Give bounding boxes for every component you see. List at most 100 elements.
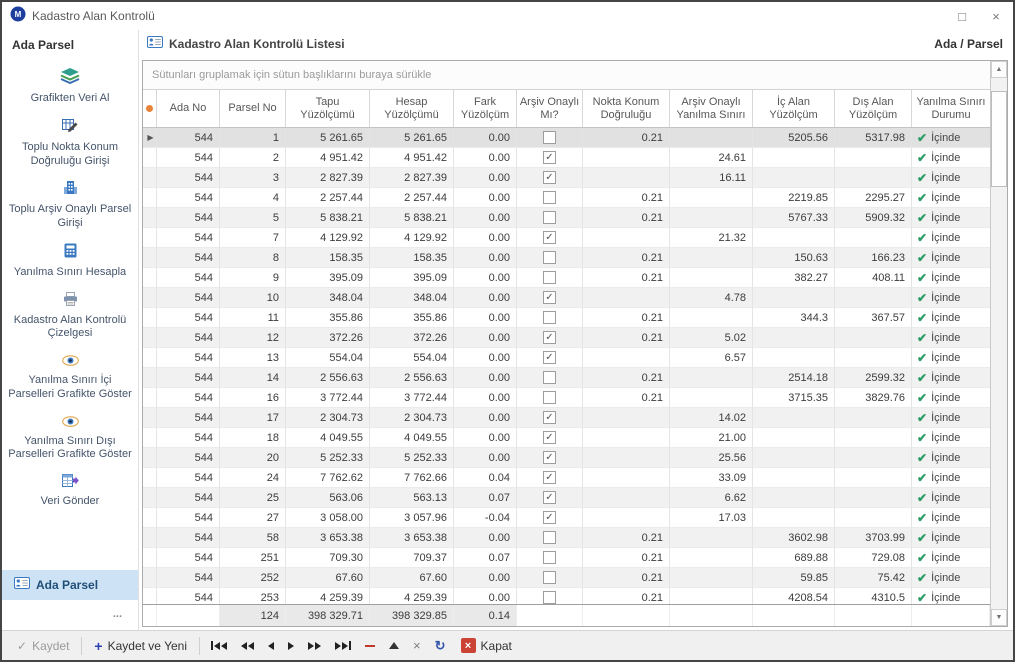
table-row[interactable]: 544184 049.554 049.550.00✓21.00✔İçinde: [143, 428, 990, 448]
cell-tapu[interactable]: 7 762.62: [286, 468, 370, 488]
scrollbar-thumb[interactable]: [991, 91, 1007, 187]
row-marker[interactable]: [143, 208, 157, 228]
cell-dis-alan[interactable]: 3703.99: [835, 528, 912, 548]
checkbox-unchecked-icon[interactable]: [543, 211, 556, 224]
cell-ada-no[interactable]: 544: [157, 188, 220, 208]
cell-tapu[interactable]: 158.35: [286, 248, 370, 268]
cell-tapu[interactable]: 554.04: [286, 348, 370, 368]
close-form-button[interactable]: × Kapat: [454, 635, 519, 657]
cell-ic-alan[interactable]: 382.27: [753, 268, 835, 288]
checkbox-checked-icon[interactable]: ✓: [543, 231, 556, 244]
column-header-tapu[interactable]: Tapu Yüzölçümü: [286, 90, 370, 127]
cell-nokta-konum[interactable]: 0.21: [583, 368, 670, 388]
cell-ic-alan[interactable]: [753, 148, 835, 168]
cell-yanilma-durumu[interactable]: ✔İçinde: [912, 168, 990, 188]
cell-fark[interactable]: 0.00: [454, 288, 517, 308]
table-row[interactable]: 5442534 259.394 259.390.000.214208.54431…: [143, 588, 990, 604]
cell-nokta-konum[interactable]: [583, 348, 670, 368]
cell-tapu[interactable]: 4 129.92: [286, 228, 370, 248]
cell-nokta-konum[interactable]: 0.21: [583, 208, 670, 228]
column-header-ada-no[interactable]: Ada No: [157, 90, 220, 127]
table-row[interactable]: 544163 772.443 772.440.000.213715.353829…: [143, 388, 990, 408]
cell-tapu[interactable]: 2 257.44: [286, 188, 370, 208]
cell-ada-no[interactable]: 544: [157, 208, 220, 228]
cell-ada-no[interactable]: 544: [157, 588, 220, 604]
cell-arsiv-yanilma[interactable]: 14.02: [670, 408, 753, 428]
cell-ic-alan[interactable]: [753, 488, 835, 508]
cell-fark[interactable]: 0.00: [454, 328, 517, 348]
cell-ic-alan[interactable]: [753, 168, 835, 188]
cell-arsiv-yanilma[interactable]: 33.09: [670, 468, 753, 488]
column-header-fark[interactable]: Fark Yüzölçüm: [454, 90, 517, 127]
cell-yanilma-durumu[interactable]: ✔İçinde: [912, 288, 990, 308]
cell-arsiv-onayli-checkbox[interactable]: [517, 588, 583, 604]
cell-arsiv-yanilma[interactable]: [670, 268, 753, 288]
cell-parsel-no[interactable]: 1: [220, 128, 286, 148]
cell-nokta-konum[interactable]: [583, 148, 670, 168]
table-row[interactable]: 544205 252.335 252.330.00✓25.56✔İçinde: [143, 448, 990, 468]
cell-hesap[interactable]: 4 129.92: [370, 228, 454, 248]
cell-arsiv-yanilma[interactable]: [670, 128, 753, 148]
save-and-new-button[interactable]: + Kaydet ve Yeni: [87, 635, 194, 657]
cell-dis-alan[interactable]: 75.42: [835, 568, 912, 588]
cell-dis-alan[interactable]: [835, 468, 912, 488]
row-marker[interactable]: [143, 568, 157, 588]
cell-nokta-konum[interactable]: 0.21: [583, 548, 670, 568]
first-record-button[interactable]: [205, 635, 233, 657]
cell-parsel-no[interactable]: 16: [220, 388, 286, 408]
last-record-button[interactable]: [329, 635, 357, 657]
cell-arsiv-yanilma[interactable]: [670, 308, 753, 328]
cell-ic-alan[interactable]: 2514.18: [753, 368, 835, 388]
table-row[interactable]: 54413554.04554.040.00✓6.57✔İçinde: [143, 348, 990, 368]
checkbox-checked-icon[interactable]: ✓: [543, 331, 556, 344]
cell-fark[interactable]: 0.00: [454, 388, 517, 408]
cell-parsel-no[interactable]: 3: [220, 168, 286, 188]
cell-hesap[interactable]: 372.26: [370, 328, 454, 348]
cell-tapu[interactable]: 5 252.33: [286, 448, 370, 468]
row-marker[interactable]: [143, 488, 157, 508]
cell-hesap[interactable]: 3 772.44: [370, 388, 454, 408]
cell-tapu[interactable]: 4 951.42: [286, 148, 370, 168]
row-marker[interactable]: [143, 408, 157, 428]
cell-yanilma-durumu[interactable]: ✔İçinde: [912, 388, 990, 408]
delete-record-button[interactable]: [359, 635, 381, 657]
cell-arsiv-yanilma[interactable]: [670, 208, 753, 228]
table-row[interactable]: 54442 257.442 257.440.000.212219.852295.…: [143, 188, 990, 208]
cell-ada-no[interactable]: 544: [157, 428, 220, 448]
cell-yanilma-durumu[interactable]: ✔İçinde: [912, 328, 990, 348]
cell-hesap[interactable]: 4 049.55: [370, 428, 454, 448]
checkbox-checked-icon[interactable]: ✓: [543, 471, 556, 484]
cell-parsel-no[interactable]: 252: [220, 568, 286, 588]
cell-nokta-konum[interactable]: [583, 228, 670, 248]
cell-arsiv-onayli-checkbox[interactable]: [517, 388, 583, 408]
checkbox-unchecked-icon[interactable]: [543, 271, 556, 284]
cell-ic-alan[interactable]: 5205.56: [753, 128, 835, 148]
cell-hesap[interactable]: 5 838.21: [370, 208, 454, 228]
row-marker[interactable]: [143, 348, 157, 368]
cell-yanilma-durumu[interactable]: ✔İçinde: [912, 128, 990, 148]
cell-ic-alan[interactable]: 4208.54: [753, 588, 835, 604]
cancel-edit-button[interactable]: ×: [407, 635, 427, 657]
cell-ic-alan[interactable]: 2219.85: [753, 188, 835, 208]
cell-ada-no[interactable]: 544: [157, 568, 220, 588]
cell-fark[interactable]: 0.00: [454, 348, 517, 368]
cell-ic-alan[interactable]: 5767.33: [753, 208, 835, 228]
cell-nokta-konum[interactable]: 0.21: [583, 388, 670, 408]
cell-dis-alan[interactable]: [835, 288, 912, 308]
cell-nokta-konum[interactable]: [583, 488, 670, 508]
cell-parsel-no[interactable]: 7: [220, 228, 286, 248]
checkbox-unchecked-icon[interactable]: [543, 131, 556, 144]
cell-parsel-no[interactable]: 17: [220, 408, 286, 428]
cell-ada-no[interactable]: 544: [157, 448, 220, 468]
cell-fark[interactable]: 0.00: [454, 568, 517, 588]
cell-tapu[interactable]: 4 049.55: [286, 428, 370, 448]
sidebar-item-sinir-disi-goster[interactable]: Yanılma Sınırı Dışı Parselleri Grafikte …: [6, 414, 134, 463]
cell-nokta-konum[interactable]: [583, 408, 670, 428]
cell-arsiv-yanilma[interactable]: 21.32: [670, 228, 753, 248]
cell-yanilma-durumu[interactable]: ✔İçinde: [912, 508, 990, 528]
cell-hesap[interactable]: 67.60: [370, 568, 454, 588]
cell-dis-alan[interactable]: 4310.5: [835, 588, 912, 604]
marker-column-header[interactable]: [143, 90, 157, 127]
cell-arsiv-onayli-checkbox[interactable]: ✓: [517, 428, 583, 448]
cell-yanilma-durumu[interactable]: ✔İçinde: [912, 208, 990, 228]
